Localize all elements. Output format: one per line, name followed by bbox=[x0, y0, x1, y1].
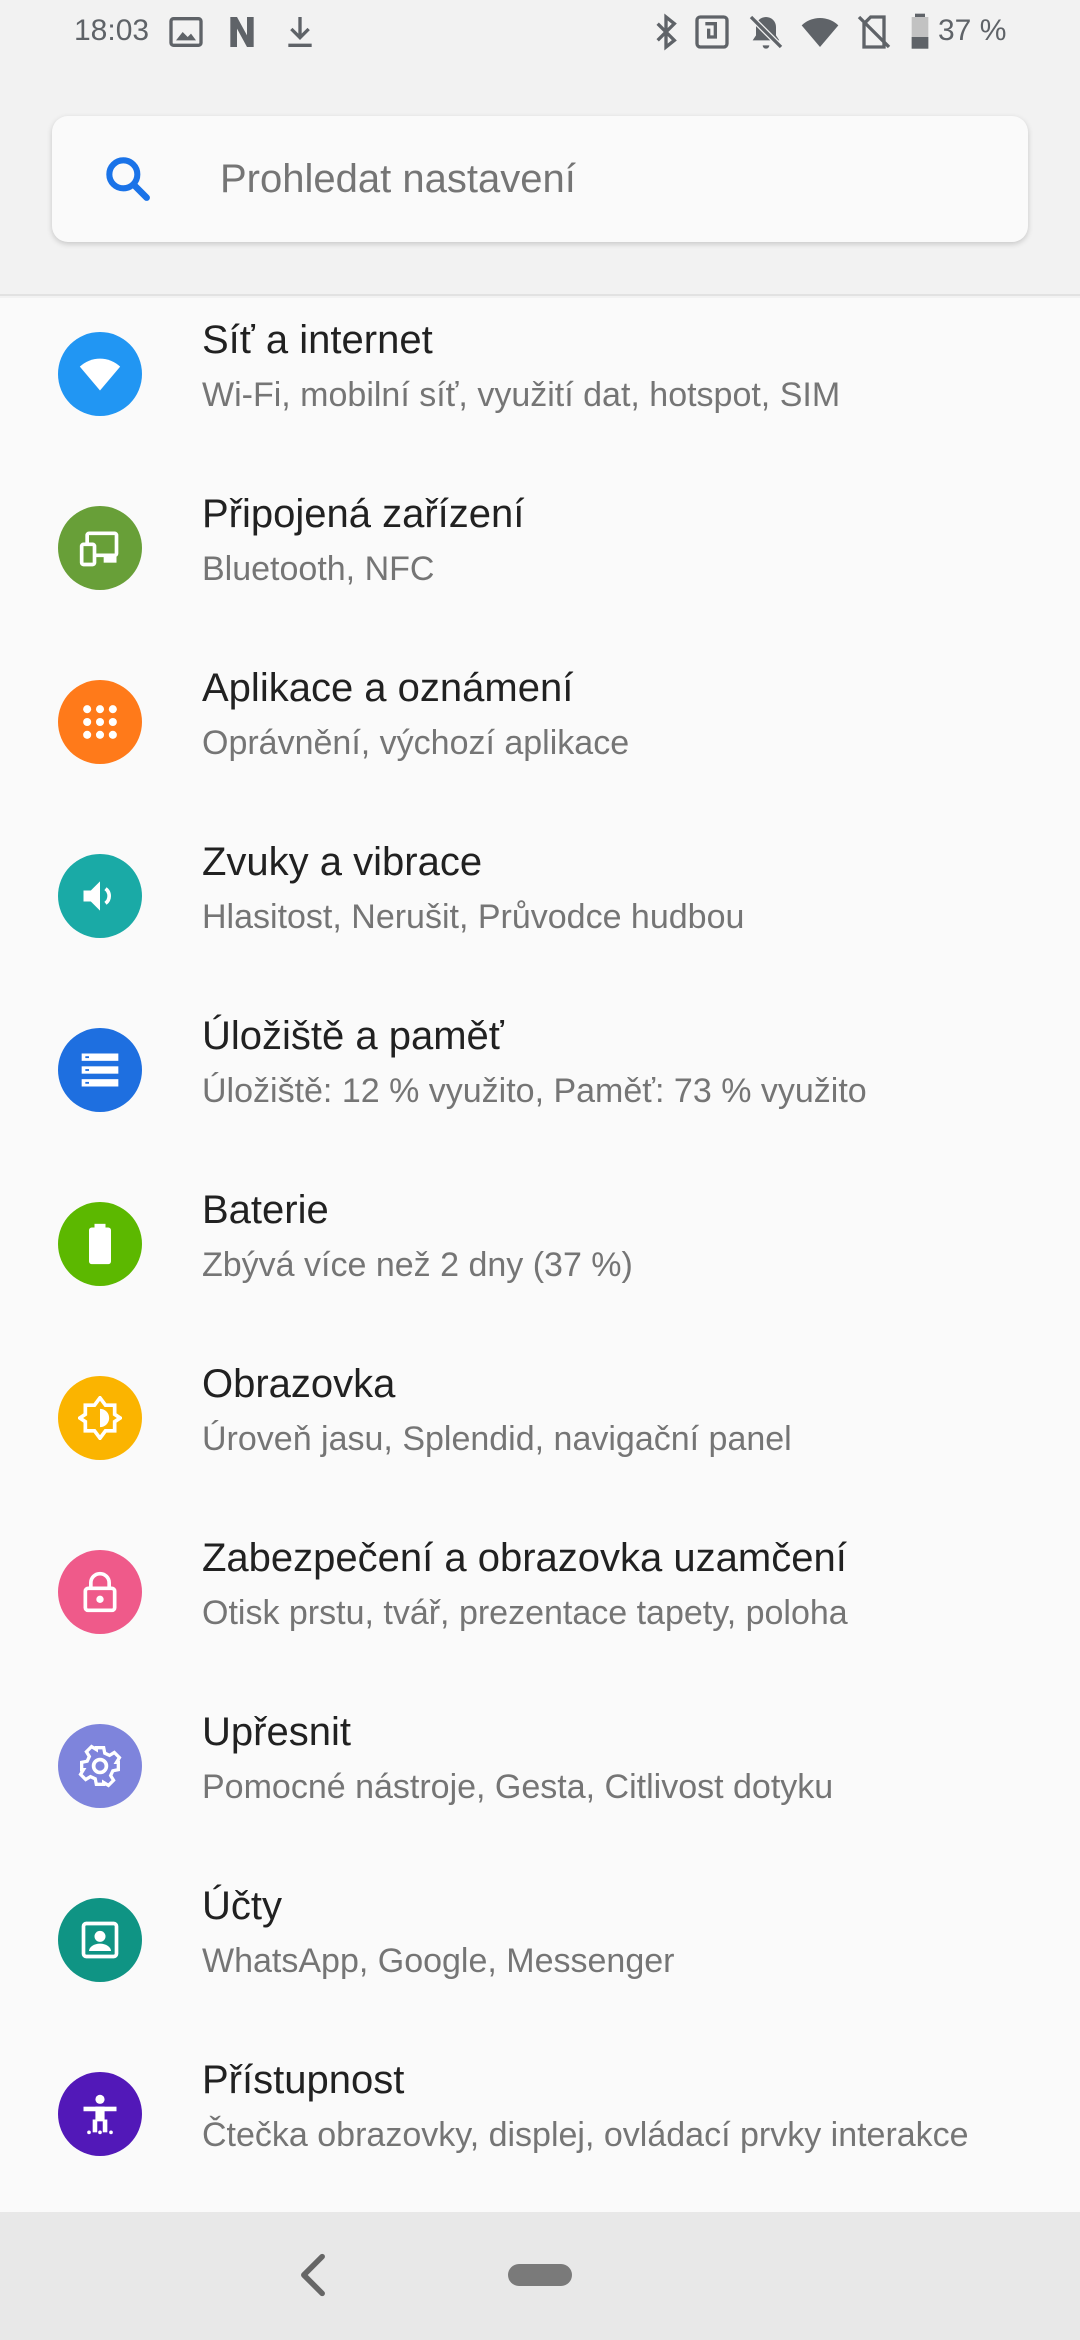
accessibility-icon bbox=[58, 2072, 142, 2156]
brightness-icon bbox=[58, 1376, 142, 1460]
setting-title: Úložiště a paměť bbox=[202, 1014, 504, 1058]
wifi-icon bbox=[58, 332, 142, 416]
mute-icon bbox=[748, 14, 784, 50]
back-icon[interactable] bbox=[298, 2252, 328, 2298]
status-bar: 18:03 37 % bbox=[0, 0, 1080, 64]
battery-icon bbox=[58, 1202, 142, 1286]
setting-subtitle: Pomocné nástroje, Gesta, Citlivost dotyk… bbox=[202, 1768, 834, 1806]
setting-accounts[interactable]: Účty WhatsApp, Google, Messenger bbox=[0, 1864, 1080, 2036]
setting-advanced[interactable]: Upřesnit Pomocné nástroje, Gesta, Citliv… bbox=[0, 1690, 1080, 1862]
wifi-icon bbox=[801, 18, 839, 47]
bluetooth-icon bbox=[656, 13, 677, 51]
setting-subtitle: Otisk prstu, tvář, prezentace tapety, po… bbox=[202, 1594, 848, 1632]
status-time: 18:03 bbox=[74, 14, 150, 47]
setting-apps-notifications[interactable]: Aplikace a oznámení Oprávnění, výchozí a… bbox=[0, 646, 1080, 818]
setting-storage-memory[interactable]: Úložiště a paměť Úložiště: 12 % využito,… bbox=[0, 994, 1080, 1166]
apps-icon bbox=[58, 680, 142, 764]
setting-title: Přístupnost bbox=[202, 2058, 405, 2102]
search-input[interactable] bbox=[220, 144, 980, 214]
nfc-icon bbox=[695, 15, 729, 49]
home-pill[interactable] bbox=[508, 2264, 572, 2286]
download-icon bbox=[288, 17, 312, 47]
setting-subtitle: Oprávnění, výchozí aplikace bbox=[202, 724, 630, 762]
setting-security-lockscreen[interactable]: Zabezpečení a obrazovka uzamčení Otisk p… bbox=[0, 1516, 1080, 1688]
setting-display[interactable]: Obrazovka Úroveň jasu, Splendid, navigač… bbox=[0, 1342, 1080, 1514]
setting-subtitle: Čtečka obrazovky, displej, ovládací prvk… bbox=[202, 2116, 969, 2154]
search-bar[interactable] bbox=[52, 116, 1028, 242]
setting-title: Aplikace a oznámení bbox=[202, 666, 574, 710]
setting-accessibility[interactable]: Přístupnost Čtečka obrazovky, displej, o… bbox=[0, 2038, 1080, 2210]
setting-title: Účty bbox=[202, 1884, 282, 1928]
setting-subtitle: Wi-Fi, mobilní síť, využití dat, hotspot… bbox=[202, 376, 841, 414]
devices-icon bbox=[58, 506, 142, 590]
setting-connected-devices[interactable]: Připojená zařízení Bluetooth, NFC bbox=[0, 472, 1080, 644]
setting-sounds-vibration[interactable]: Zvuky a vibrace Hlasitost, Nerušit, Prův… bbox=[0, 820, 1080, 992]
battery-percentage: 37 % bbox=[938, 14, 1007, 47]
setting-title: Upřesnit bbox=[202, 1710, 351, 1754]
navigation-bar bbox=[0, 2212, 1080, 2340]
setting-title: Připojená zařízení bbox=[202, 492, 525, 536]
n-app-icon bbox=[230, 17, 254, 47]
search-icon[interactable] bbox=[100, 151, 156, 207]
setting-subtitle: WhatsApp, Google, Messenger bbox=[202, 1942, 675, 1980]
setting-title: Obrazovka bbox=[202, 1362, 396, 1406]
storage-icon bbox=[58, 1028, 142, 1112]
gear-icon bbox=[58, 1724, 142, 1808]
setting-subtitle: Hlasitost, Nerušit, Průvodce hudbou bbox=[202, 898, 745, 936]
setting-title: Baterie bbox=[202, 1188, 329, 1232]
settings-list: Síť a internet Wi-Fi, mobilní síť, využi… bbox=[0, 298, 1080, 2212]
account-icon bbox=[58, 1898, 142, 1982]
setting-title: Zvuky a vibrace bbox=[202, 840, 483, 884]
volume-icon bbox=[58, 854, 142, 938]
setting-title: Zabezpečení a obrazovka uzamčení bbox=[202, 1536, 847, 1580]
setting-network-internet[interactable]: Síť a internet Wi-Fi, mobilní síť, využi… bbox=[0, 298, 1080, 470]
search-header bbox=[0, 64, 1080, 296]
image-icon bbox=[169, 17, 203, 47]
battery-icon bbox=[911, 13, 929, 49]
setting-title: Síť a internet bbox=[202, 318, 433, 362]
no-sim-icon bbox=[857, 15, 891, 49]
setting-subtitle: Zbývá více než 2 dny (37 %) bbox=[202, 1246, 633, 1284]
setting-subtitle: Bluetooth, NFC bbox=[202, 550, 435, 588]
setting-battery[interactable]: Baterie Zbývá více než 2 dny (37 %) bbox=[0, 1168, 1080, 1340]
setting-subtitle: Úložiště: 12 % využito, Paměť: 73 % využ… bbox=[202, 1072, 867, 1110]
setting-subtitle: Úroveň jasu, Splendid, navigační panel bbox=[202, 1420, 792, 1458]
lock-icon bbox=[58, 1550, 142, 1634]
